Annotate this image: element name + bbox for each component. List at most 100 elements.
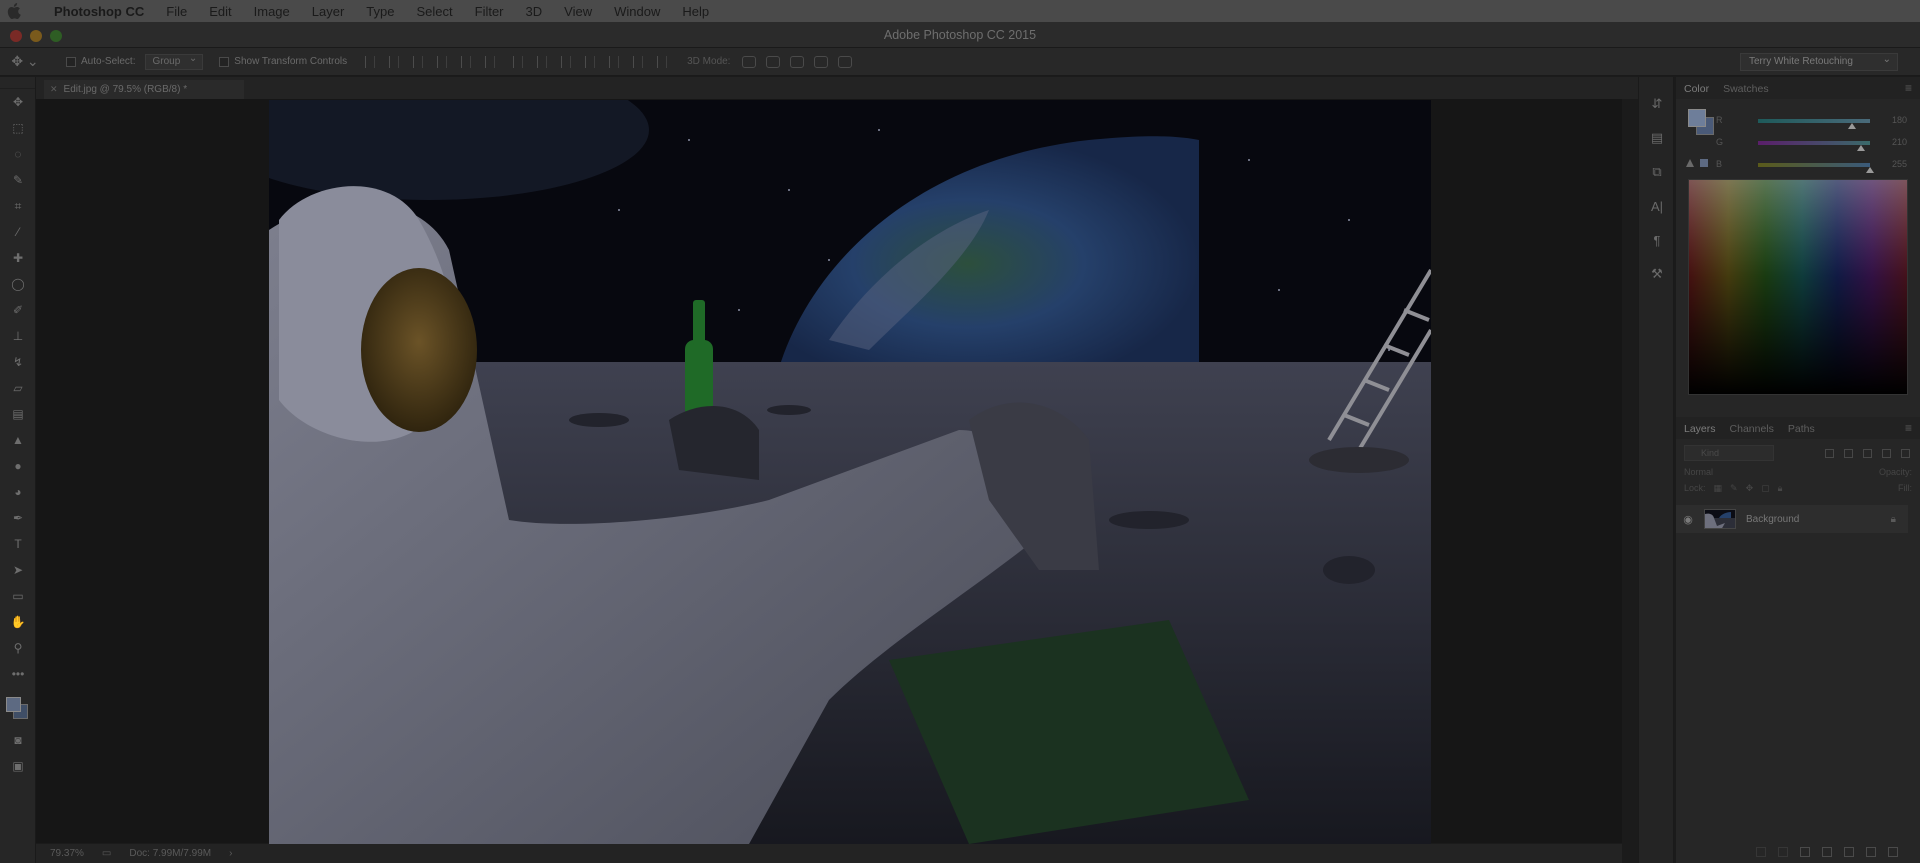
filter-smart-object-icon[interactable] xyxy=(1901,448,1910,458)
align-vcenter-icon[interactable] xyxy=(389,55,400,68)
quick-mask-icon[interactable]: ◙ xyxy=(0,727,36,753)
healing-brush-tool-icon[interactable]: ✚ xyxy=(0,245,36,271)
status-arrow-icon[interactable]: › xyxy=(229,848,232,859)
distribute-bottom-icon[interactable] xyxy=(561,55,572,68)
show-transform-box[interactable] xyxy=(219,56,230,67)
close-tab-icon[interactable]: ✕ xyxy=(50,80,58,99)
distribute-vcenter-icon[interactable] xyxy=(537,55,548,68)
tab-swatches[interactable]: Swatches xyxy=(1723,83,1769,99)
3d-roll-icon[interactable] xyxy=(766,55,781,68)
move-tool-preset-icon[interactable]: ✥ ⌄ xyxy=(0,53,50,70)
tab-paths[interactable]: Paths xyxy=(1788,423,1815,439)
filter-type-icon[interactable] xyxy=(1863,448,1872,458)
layer-style-icon[interactable] xyxy=(1778,847,1788,857)
color-swatches[interactable] xyxy=(0,687,36,727)
menu-app-name[interactable]: Photoshop CC xyxy=(28,4,155,19)
quick-select-tool-icon[interactable]: ✎ xyxy=(0,167,36,193)
distribute-left-icon[interactable] xyxy=(585,55,596,68)
clone-stamp-tool-icon[interactable]: ⊥ xyxy=(0,323,36,349)
crop-tool-icon[interactable]: ⌗ xyxy=(0,193,36,219)
history-panel-icon[interactable]: ⇵ xyxy=(1639,87,1675,121)
menu-edit[interactable]: Edit xyxy=(198,4,242,19)
menu-window[interactable]: Window xyxy=(603,4,671,19)
menu-3d[interactable]: 3D xyxy=(515,4,554,19)
filter-pixel-icon[interactable] xyxy=(1825,448,1834,458)
type-tool-icon[interactable]: T xyxy=(0,531,36,557)
align-left-icon[interactable] xyxy=(437,55,448,68)
history-brush-tool-icon[interactable]: ↯ xyxy=(0,349,36,375)
auto-align-icon[interactable] xyxy=(657,55,668,68)
menu-help[interactable]: Help xyxy=(671,4,720,19)
auto-select-checkbox[interactable]: Auto-Select: xyxy=(66,56,135,67)
properties-panel-icon[interactable]: ▤ xyxy=(1639,121,1675,155)
screen-mode-icon[interactable]: ▣ xyxy=(0,753,36,779)
status-menu-icon[interactable]: ▭ xyxy=(102,848,111,859)
menu-filter[interactable]: Filter xyxy=(464,4,515,19)
menu-layer[interactable]: Layer xyxy=(301,4,356,19)
3d-orbit-icon[interactable] xyxy=(742,55,757,68)
slider-r[interactable]: R 180 xyxy=(1716,115,1916,129)
character-panel-icon[interactable]: A| xyxy=(1639,189,1675,223)
patch-tool-icon[interactable]: ◯ xyxy=(0,271,36,297)
3d-scale-icon[interactable] xyxy=(838,55,853,68)
eyedropper-tool-icon[interactable]: ⁄ xyxy=(0,219,36,245)
blend-mode-dropdown[interactable]: Normal xyxy=(1684,467,1713,477)
align-right-icon[interactable] xyxy=(485,55,496,68)
lock-transparent-icon[interactable]: ▦ xyxy=(1714,483,1723,494)
document-tab[interactable]: ✕ Edit.jpg @ 79.5% (RGB/8) * xyxy=(44,80,244,99)
lock-artboard-icon[interactable]: ▢ xyxy=(1761,483,1770,494)
align-hcenter-icon[interactable] xyxy=(461,55,472,68)
layer-row-background[interactable]: ◉ Background 🔒︎ xyxy=(1676,505,1908,533)
slider-g-value[interactable]: 210 xyxy=(1892,137,1907,147)
workspace-switcher[interactable]: Terry White Retouching xyxy=(1740,52,1898,71)
eye-icon[interactable]: ◉ xyxy=(1676,513,1700,526)
menu-select[interactable]: Select xyxy=(405,4,463,19)
move-tool-icon[interactable]: ✥ xyxy=(0,89,36,115)
document-canvas-image[interactable] xyxy=(269,100,1431,844)
slider-g[interactable]: G 210 xyxy=(1716,137,1916,151)
path-selection-tool-icon[interactable]: ➤ xyxy=(0,557,36,583)
3d-pan-icon[interactable] xyxy=(790,55,805,68)
new-adjustment-layer-icon[interactable] xyxy=(1822,847,1832,857)
tab-layers[interactable]: Layers xyxy=(1684,423,1716,439)
marquee-tool-icon[interactable]: ⬚ xyxy=(0,115,36,141)
show-transform-checkbox[interactable]: Show Transform Controls xyxy=(219,56,347,67)
filter-adjustment-icon[interactable] xyxy=(1844,448,1853,458)
dodge-tool-icon[interactable]: ● xyxy=(0,453,36,479)
new-group-icon[interactable] xyxy=(1844,847,1854,857)
color-spectrum-picker[interactable] xyxy=(1688,179,1908,395)
foreground-color-swatch[interactable] xyxy=(6,697,21,712)
gradient-tool-icon[interactable]: ▤ xyxy=(0,401,36,427)
slider-g-thumb[interactable] xyxy=(1857,145,1866,151)
menu-type[interactable]: Type xyxy=(355,4,405,19)
layer-thumbnail[interactable] xyxy=(1704,509,1736,529)
tab-channels[interactable]: Channels xyxy=(1730,423,1774,439)
lasso-tool-icon[interactable]: ◌ xyxy=(0,141,36,167)
new-layer-icon[interactable] xyxy=(1866,847,1876,857)
brush-tool-icon[interactable]: ✐ xyxy=(0,297,36,323)
link-layers-icon[interactable] xyxy=(1756,847,1766,857)
tools-presets-icon[interactable]: ⚒ xyxy=(1639,257,1675,291)
menu-view[interactable]: View xyxy=(553,4,603,19)
add-mask-icon[interactable] xyxy=(1800,847,1810,857)
distribute-top-icon[interactable] xyxy=(513,55,524,68)
libraries-panel-icon[interactable]: ⧉ xyxy=(1639,155,1675,189)
zoom-tool-icon[interactable]: ⚲ xyxy=(0,635,36,661)
lock-position-icon[interactable]: ✥ xyxy=(1746,483,1754,494)
slider-b-value[interactable]: 255 xyxy=(1892,159,1907,169)
paragraph-panel-icon[interactable]: ¶ xyxy=(1639,223,1675,257)
tab-color[interactable]: Color xyxy=(1684,83,1709,99)
layer-name[interactable]: Background xyxy=(1746,514,1799,525)
menu-file[interactable]: File xyxy=(155,4,198,19)
more-tools-icon[interactable]: ••• xyxy=(0,661,36,687)
slider-b-thumb[interactable] xyxy=(1866,167,1874,173)
align-bottom-icon[interactable] xyxy=(413,55,424,68)
web-safe-swatch-icon[interactable] xyxy=(1700,159,1708,167)
distribute-right-icon[interactable] xyxy=(633,55,644,68)
3d-slide-icon[interactable] xyxy=(814,55,829,68)
slider-r-thumb[interactable] xyxy=(1848,123,1857,129)
pen-tool-icon[interactable]: ✒ xyxy=(0,505,36,531)
menu-image[interactable]: Image xyxy=(243,4,301,19)
rectangle-tool-icon[interactable]: ▭ xyxy=(0,583,36,609)
slider-r-value[interactable]: 180 xyxy=(1892,115,1907,125)
